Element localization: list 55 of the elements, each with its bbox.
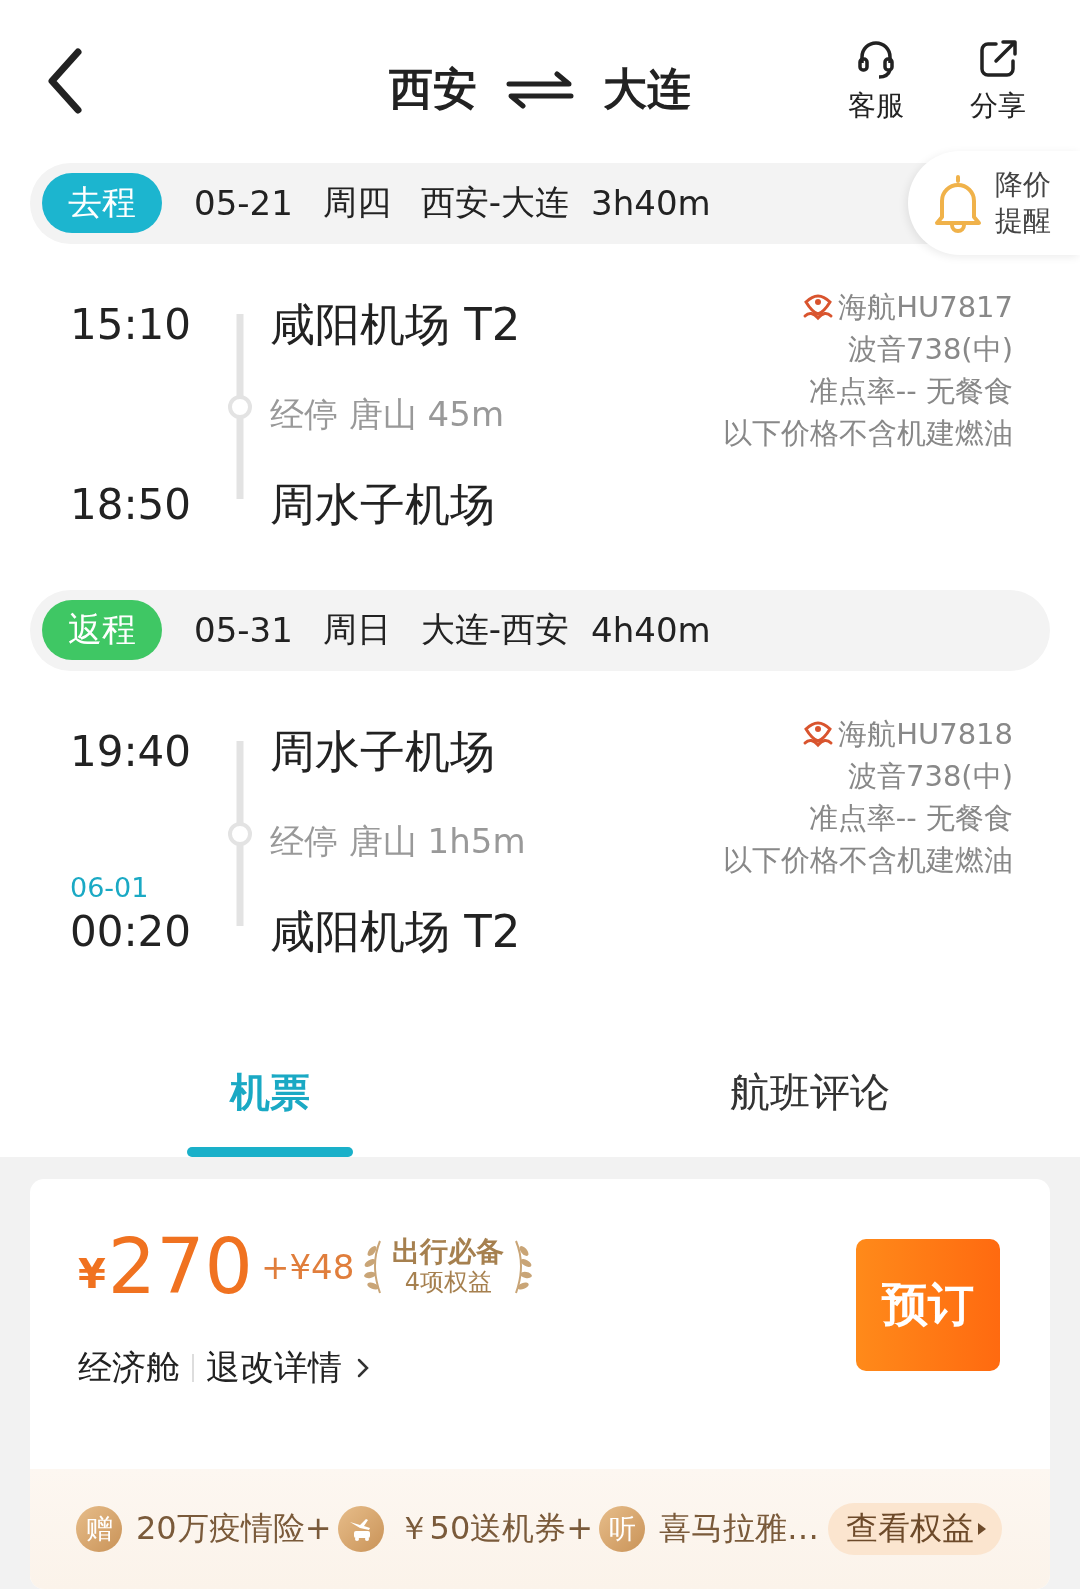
share-button[interactable]: 分享 bbox=[956, 37, 1040, 126]
route: 大连-西安 bbox=[420, 608, 570, 652]
departure-time: 15:10 bbox=[70, 298, 193, 351]
weekday: 周四 bbox=[322, 181, 391, 225]
price-note: 以下价格不含机建燃油 bbox=[723, 841, 1013, 879]
plane-car-icon bbox=[337, 1506, 384, 1552]
aircraft-type: 波音738(中) bbox=[848, 757, 1013, 795]
duration: 3h40m bbox=[591, 183, 711, 224]
punctuality-meal: 准点率-- 无餐食 bbox=[808, 372, 1013, 410]
arrival-time: 00:20 bbox=[70, 906, 192, 956]
triangle-right-icon bbox=[976, 1521, 988, 1537]
flight-date: 05-21 bbox=[194, 183, 293, 224]
perk-badge-subtitle: 4项权益 bbox=[404, 1267, 492, 1297]
ticket-price: 270 bbox=[107, 1227, 253, 1307]
perk-text: 喜马拉雅… bbox=[659, 1508, 820, 1549]
duration: 4h40m bbox=[591, 610, 711, 651]
trip-tag: 去程 bbox=[42, 173, 162, 234]
arrival-airport: 周水子机场 bbox=[270, 476, 496, 533]
aircraft-type: 波音738(中) bbox=[848, 330, 1013, 368]
cabin-class: 经济舱 bbox=[78, 1346, 180, 1389]
arrival-time: 18:50 bbox=[70, 479, 192, 529]
flight-number: 海航HU7817 bbox=[838, 288, 1013, 326]
route: 西安-大连 bbox=[420, 181, 570, 225]
perk-text: ￥50送机券+ bbox=[397, 1508, 594, 1549]
refund-rules-link[interactable]: 退改详情 bbox=[206, 1345, 370, 1391]
arrival-date: 06-01 bbox=[70, 872, 150, 903]
departure-time: 19:40 bbox=[70, 725, 193, 778]
perk-badge-title: 出行必备 bbox=[392, 1237, 505, 1267]
trip-tag: 返程 bbox=[42, 600, 162, 661]
chevron-right-icon bbox=[356, 1356, 370, 1380]
flight-number: 海航HU7818 bbox=[838, 715, 1013, 753]
stopover-info: 经停 唐山 1h5m bbox=[270, 819, 526, 863]
departure-airport: 咸阳机场 T2 bbox=[270, 296, 521, 353]
price-alert-button[interactable]: 降价提醒 bbox=[908, 150, 1080, 255]
bell-icon bbox=[932, 172, 984, 233]
origin-city: 西安 bbox=[389, 62, 477, 116]
airline-logo-icon bbox=[802, 718, 835, 749]
stopover-info: 经停 唐山 45m bbox=[270, 392, 505, 436]
airline-logo-icon bbox=[802, 291, 835, 322]
punctuality-meal: 准点率-- 无餐食 bbox=[808, 799, 1013, 837]
perk-text: 20万疫情险+ bbox=[136, 1508, 332, 1549]
view-perks-button[interactable]: 查看权益 bbox=[828, 1503, 1002, 1555]
perk-icon: 听 bbox=[599, 1506, 646, 1552]
tab[interactable]: 航班评论 bbox=[540, 1037, 1080, 1157]
swap-arrows-icon[interactable] bbox=[505, 69, 575, 110]
perk-icon: 赠 bbox=[76, 1506, 122, 1552]
arrival-airport: 咸阳机场 T2 bbox=[270, 903, 522, 960]
currency-sign: ¥ bbox=[78, 1251, 106, 1299]
departure-airport: 周水子机场 bbox=[270, 723, 496, 780]
price-note: 以下价格不含机建燃油 bbox=[723, 414, 1013, 452]
flight-date: 05-31 bbox=[194, 610, 293, 651]
customer-service-button[interactable]: 客服 bbox=[834, 37, 918, 126]
tax-price: +¥48 bbox=[260, 1247, 355, 1287]
destination-city: 大连 bbox=[603, 62, 691, 116]
weekday: 周日 bbox=[322, 608, 391, 652]
